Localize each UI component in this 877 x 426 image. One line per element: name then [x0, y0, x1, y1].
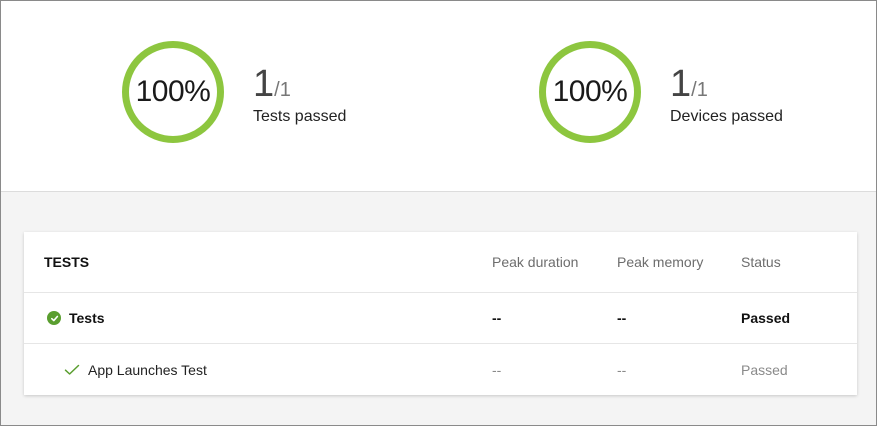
devices-total-count: /1 [691, 79, 708, 101]
tests-percent: 100% [135, 75, 211, 108]
devices-passed-label: Devices passed [670, 108, 783, 125]
test-status: Passed [741, 361, 788, 378]
tests-table: TESTS Peak duration Peak memory Status T… [24, 232, 857, 395]
test-report-panel: 100% 1/1 Tests passed 100% 1/1 Devices p… [0, 0, 877, 426]
devices-percent: 100% [552, 75, 628, 108]
checkmark-icon [64, 364, 80, 376]
devices-progress-ring: 100% [539, 41, 641, 143]
table-title: TESTS [44, 254, 90, 270]
summary-section: 100% 1/1 Tests passed 100% 1/1 Devices p… [1, 1, 876, 192]
column-status[interactable]: Status [741, 254, 781, 270]
test-peak-duration: -- [492, 361, 502, 378]
tests-passed-count: 1 [253, 63, 275, 105]
tests-fraction: 1/1 [253, 63, 291, 106]
test-peak-memory: -- [617, 361, 627, 378]
check-circle-icon [47, 311, 61, 325]
table-row-group[interactable]: Tests -- -- Passed [24, 293, 857, 344]
tests-progress-ring: 100% [122, 41, 224, 143]
tests-section: TESTS Peak duration Peak memory Status T… [1, 192, 876, 425]
table-row[interactable]: App Launches Test -- -- Passed [24, 344, 857, 395]
group-peak-memory: -- [617, 310, 627, 326]
tests-total-count: /1 [274, 79, 291, 101]
group-name[interactable]: Tests [69, 310, 105, 326]
test-name[interactable]: App Launches Test [88, 362, 207, 378]
column-peak-memory[interactable]: Peak memory [617, 254, 703, 270]
table-header: TESTS Peak duration Peak memory Status [24, 232, 857, 293]
tests-passed-label: Tests passed [253, 108, 347, 125]
group-status: Passed [741, 310, 791, 326]
group-peak-duration: -- [492, 310, 502, 326]
devices-passed-count: 1 [670, 63, 692, 105]
column-peak-duration[interactable]: Peak duration [492, 254, 578, 270]
devices-fraction: 1/1 [670, 63, 708, 106]
